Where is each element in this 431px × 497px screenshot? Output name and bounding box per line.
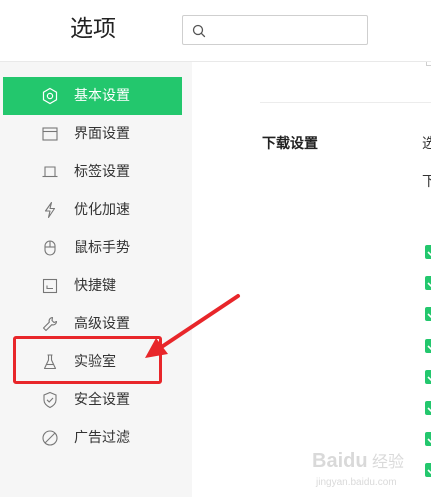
block-icon [41,429,59,447]
sidebar-item-tab-settings[interactable]: 标签设置 [3,153,182,191]
sidebar-item-optimize-speed[interactable]: 优化加速 [3,191,182,229]
page-title: 选项 [70,16,116,42]
sidebar-item-label: 鼠标手势 [74,240,130,256]
sidebar-item-mouse-gestures[interactable]: 鼠标手势 [3,229,182,267]
search-input[interactable] [213,20,363,40]
svg-text:jingyan.baidu.com: jingyan.baidu.com [315,477,397,488]
checkbox-checked[interactable] [425,339,431,353]
option-label: 下 [422,174,431,190]
option-label[interactable]: 选 [422,133,431,153]
window-icon [41,125,59,143]
shield-icon [41,391,59,409]
gear-icon [41,87,59,105]
checkbox-checked[interactable] [425,276,431,290]
sidebar-item-label: 界面设置 [74,126,130,142]
sidebar-item-label: 基本设置 [74,88,130,104]
main-panel: 下载设置 选 下 [192,62,431,497]
sidebar-item-basic-settings[interactable]: 基本设置 [3,77,182,115]
checkbox-checked[interactable] [425,307,431,321]
section-title: 下载设置 [262,136,318,152]
checkbox-checked[interactable] [425,370,431,384]
search-box[interactable] [182,15,368,45]
mouse-icon [41,239,59,257]
sidebar-item-security-settings[interactable]: 安全设置 [3,381,182,419]
sidebar-item-label: 广告过滤 [74,430,130,446]
svg-text:Baidu: Baidu [312,450,368,472]
svg-text:经验: 经验 [372,452,404,471]
sidebar-item-label: 快捷键 [74,278,116,294]
checkbox-checked[interactable] [425,245,431,259]
checkbox-checked[interactable] [425,401,431,415]
sidebar-item-label: 优化加速 [74,202,130,218]
highlight-box [13,336,162,384]
sidebar: 基本设置 界面设置 标签设置 优化加速 鼠标手势 快捷键 高级设置 实验室 安全… [0,62,192,497]
keyboard-icon [41,277,59,295]
sidebar-item-label: 标签设置 [74,164,130,180]
wrench-icon [41,315,59,333]
sidebar-item-label: 高级设置 [74,316,130,332]
checkbox-checked[interactable] [425,432,431,446]
sidebar-item-label: 安全设置 [74,392,130,408]
sidebar-item-ad-filter[interactable]: 广告过滤 [3,419,182,457]
baidu-watermark-logo: Baidu 经验 jingyan.baidu.com [312,450,404,488]
lightning-icon [41,201,59,219]
tab-icon [41,163,59,181]
sidebar-item-interface-settings[interactable]: 界面设置 [3,115,182,153]
header-bar: 选项 [0,0,431,62]
search-icon [192,24,206,38]
divider [260,102,431,103]
sidebar-item-shortcuts[interactable]: 快捷键 [3,267,182,305]
checkbox[interactable] [426,62,431,66]
